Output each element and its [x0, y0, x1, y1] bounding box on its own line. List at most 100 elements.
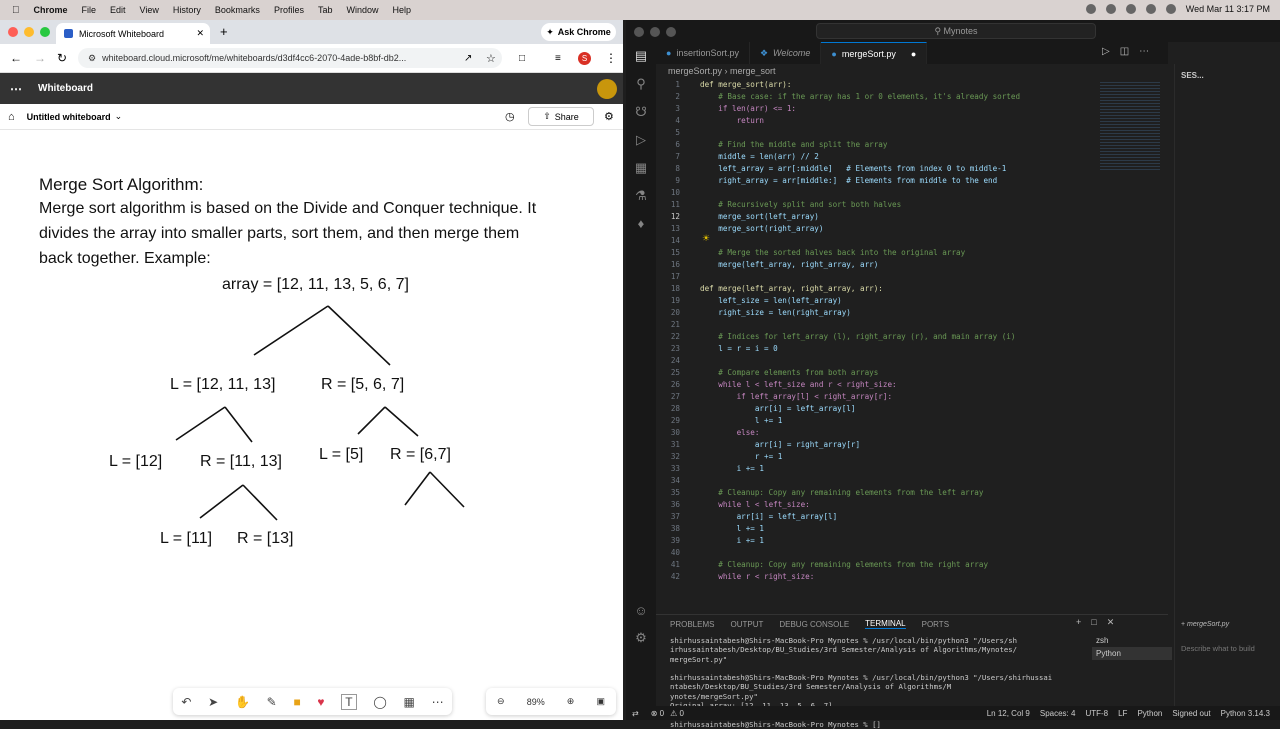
back-icon[interactable]: ← [10, 51, 22, 65]
url-field[interactable]: ⚙ whiteboard.cloud.microsoft/me/whiteboar… [78, 48, 502, 68]
zoom-out-icon[interactable]: ⊖ [497, 696, 505, 707]
error-icon[interactable]: ⊗ 0 [651, 709, 664, 718]
text-tool-icon[interactable]: T [341, 693, 357, 710]
minimize-window-button[interactable] [24, 27, 34, 37]
maximize-panel-icon[interactable]: □ [1091, 617, 1096, 628]
code-line[interactable]: while r < right_size: [700, 572, 814, 581]
code-line[interactable]: arr[i] = left_array[l] [700, 512, 838, 521]
code-line[interactable]: while l < left_size and r < right_size: [700, 380, 896, 389]
reaction-heart-icon[interactable]: ♥ [317, 695, 324, 709]
more-tools-icon[interactable]: ⋯ [432, 695, 444, 709]
menu-history[interactable]: History [173, 5, 201, 15]
media-icon[interactable]: ≡ [555, 53, 561, 64]
install-icon[interactable]: ↗ [464, 53, 472, 64]
tab-insertion-sort[interactable]: ● insertionSort.py [656, 42, 750, 64]
run-debug-icon[interactable]: ▷ [636, 132, 646, 148]
minimap[interactable] [1100, 80, 1160, 170]
bookmark-star-icon[interactable]: ☆ [486, 52, 496, 65]
code-line[interactable]: l = r = i = 0 [700, 344, 777, 353]
new-tab-icon[interactable]: + [220, 24, 228, 39]
signed-out-status[interactable]: Signed out [1172, 709, 1210, 718]
run-icon[interactable]: ▷ [1102, 46, 1110, 57]
site-info-icon[interactable]: ⚙ [88, 53, 96, 64]
code-line[interactable]: # Indices for left_array (l), right_arra… [700, 332, 1015, 341]
menu-view[interactable]: View [140, 5, 159, 15]
shapes-icon[interactable]: ◯ [373, 695, 386, 709]
code-line[interactable]: else: [700, 428, 760, 437]
settings-gear-icon[interactable]: ⚙ [604, 110, 614, 123]
app-launcher-icon[interactable]: ⋯ [10, 82, 22, 96]
source-control-icon[interactable]: ☋ [635, 104, 647, 120]
panel-tab-debug[interactable]: DEBUG CONSOLE [779, 620, 849, 629]
code-line[interactable]: left_array = arr[:middle] # Elements fro… [700, 164, 1006, 173]
close-tab-icon[interactable]: ✕ [196, 28, 204, 39]
menu-app-name[interactable]: Chrome [34, 5, 68, 15]
home-icon[interactable]: ⌂ [8, 111, 15, 123]
code-line[interactable]: def merge(left_array, right_array, arr): [700, 284, 883, 293]
select-pointer-icon[interactable]: ➤ [208, 695, 218, 709]
code-line[interactable]: middle = len(arr) // 2 [700, 152, 819, 161]
search-icon[interactable] [1145, 4, 1156, 14]
menu-bookmarks[interactable]: Bookmarks [215, 5, 260, 15]
ask-chrome-button[interactable]: ✦ Ask Chrome [541, 23, 616, 41]
close-panel-icon[interactable]: ✕ [1107, 617, 1115, 628]
eol-setting[interactable]: LF [1118, 709, 1127, 718]
terminal-item-zsh[interactable]: zsh [1092, 634, 1172, 647]
code-line[interactable]: merge(left_array, right_array, arr) [700, 260, 878, 269]
screen-icon[interactable] [1105, 4, 1116, 14]
tab-merge-sort[interactable]: ● mergeSort.py ● [821, 42, 928, 64]
timer-icon[interactable]: ◷ [505, 110, 515, 123]
code-line[interactable]: merge_sort(left_array) [700, 212, 819, 221]
lightbulb-icon[interactable]: ☀ [702, 233, 710, 244]
code-line[interactable]: right_size = len(right_array) [700, 308, 851, 317]
panel-tab-ports[interactable]: PORTS [922, 620, 949, 629]
reload-icon[interactable]: ↻ [57, 51, 67, 65]
wifi-icon[interactable] [1125, 4, 1136, 14]
apple-icon[interactable]:  [12, 5, 20, 16]
vscode-close-button[interactable] [634, 27, 644, 37]
code-line[interactable]: # Recursively split and sort both halves [700, 200, 901, 209]
explorer-icon[interactable]: ▤ [635, 48, 647, 64]
code-line[interactable]: merge_sort(right_array) [700, 224, 823, 233]
breadcrumb-function[interactable]: merge_sort [730, 66, 776, 76]
unsaved-dot-icon[interactable]: ● [911, 49, 916, 59]
user-avatar[interactable] [597, 79, 617, 99]
code-line[interactable]: if len(arr) <= 1: [700, 104, 796, 113]
hand-icon[interactable]: ✋ [235, 695, 250, 709]
account-icon[interactable]: ☺ [634, 603, 647, 618]
code-line[interactable]: # Compare elements from both arrays [700, 368, 878, 377]
panel-tab-output[interactable]: OUTPUT [730, 620, 763, 629]
breadcrumb-file[interactable]: mergeSort.py [668, 66, 722, 76]
close-window-button[interactable] [8, 27, 18, 37]
whiteboard-canvas[interactable]: Merge Sort Algorithm: Merge sort algorit… [0, 157, 623, 720]
menu-window[interactable]: Window [346, 5, 378, 15]
share-button[interactable]: ⇧ Share [528, 107, 594, 126]
code-line[interactable]: # Find the middle and split the array [700, 140, 887, 149]
menu-profiles[interactable]: Profiles [274, 5, 304, 15]
split-editor-icon[interactable]: ◫ [1120, 46, 1129, 57]
python-icon[interactable]: ♦ [638, 216, 645, 231]
zoom-level[interactable]: 89% [527, 697, 545, 707]
templates-icon[interactable]: ▦ [404, 695, 415, 709]
maximize-window-button[interactable] [40, 27, 50, 37]
code-line[interactable]: # Cleanup: Copy any remaining elements f… [700, 488, 983, 497]
search-view-icon[interactable]: ⚲ [636, 76, 646, 92]
terminal-item-python[interactable]: Python [1092, 647, 1172, 660]
code-line[interactable]: r += 1 [700, 452, 782, 461]
whiteboard-title[interactable]: Untitled whiteboard [27, 112, 111, 122]
code-line[interactable]: def merge_sort(arr): [700, 80, 791, 89]
chat-input[interactable]: Describe what to build [1181, 644, 1277, 653]
menu-help[interactable]: Help [392, 5, 411, 15]
zoom-in-icon[interactable]: ⊕ [567, 696, 575, 707]
code-line[interactable]: if left_array[l] < right_array[r]: [700, 392, 892, 401]
new-terminal-icon[interactable]: + [1076, 617, 1081, 628]
panel-tab-problems[interactable]: PROBLEMS [670, 620, 714, 629]
extensions-icon[interactable]: □ [519, 53, 525, 64]
chevron-down-icon[interactable]: ⌄ [115, 111, 123, 122]
testing-icon[interactable]: ⚗ [635, 188, 647, 204]
code-line[interactable]: return [700, 116, 764, 125]
chrome-menu-icon[interactable]: ⋮ [605, 51, 617, 65]
control-center-icon[interactable] [1165, 4, 1176, 14]
language-mode[interactable]: Python [1137, 709, 1162, 718]
profile-avatar[interactable]: S [578, 51, 591, 65]
